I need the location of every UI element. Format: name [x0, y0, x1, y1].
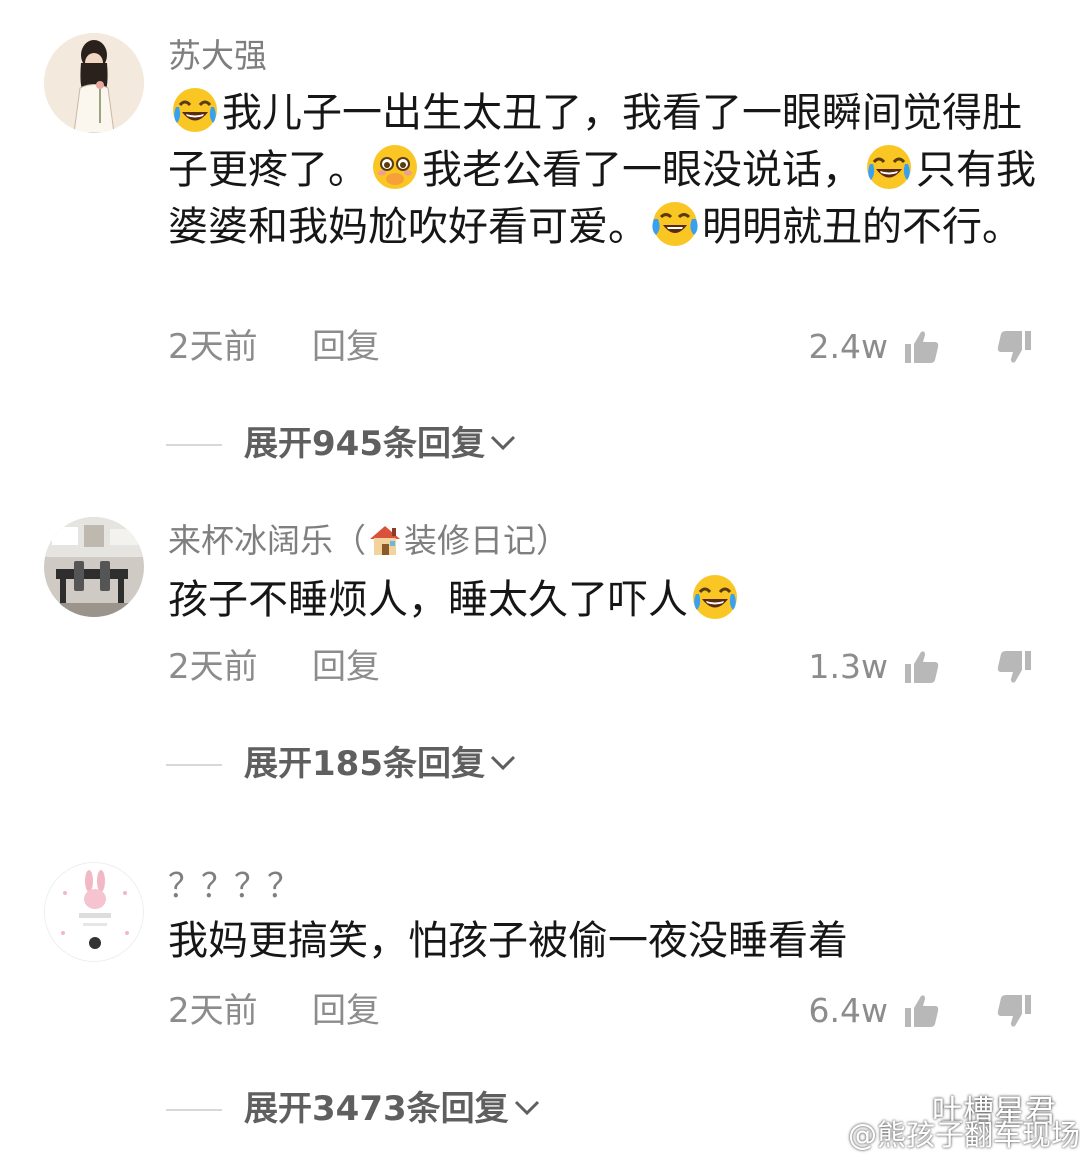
- thumbs-down-icon[interactable]: [994, 991, 1034, 1031]
- thumbs-down-icon[interactable]: [994, 647, 1034, 687]
- tears-of-joy-emoji: [650, 199, 700, 249]
- timestamp: 2天前: [168, 647, 258, 687]
- username[interactable]: ？？？？: [168, 866, 300, 906]
- thumbs-up-icon[interactable]: [902, 991, 942, 1031]
- like-count: 6.4w: [808, 991, 888, 1030]
- avatar[interactable]: [44, 33, 144, 133]
- laugh-cry-emoji: [864, 142, 914, 192]
- text-segment: 孩子不睡烦人，睡太久了吓人: [168, 577, 688, 623]
- expand-replies-label: 展开945条回复: [244, 422, 517, 466]
- comment-meta: 2天前 回复 2.4w: [168, 325, 1038, 369]
- expand-replies-label: 展开3473条回复: [244, 1087, 541, 1131]
- chevron-down-icon: [489, 433, 517, 453]
- divider-line: [166, 764, 222, 766]
- expand-replies-button[interactable]: 展开945条回复: [166, 422, 586, 466]
- expand-replies-button[interactable]: 展开185条回复: [166, 742, 586, 786]
- username[interactable]: 苏大强: [168, 36, 267, 76]
- weibo-watermark: @熊孩子翻车现场: [806, 1112, 1080, 1154]
- reply-button[interactable]: 回复: [312, 989, 380, 1033]
- text-segment: 我老公看了一眼没说话，: [422, 147, 862, 193]
- comment-meta: 2天前 回复 1.3w: [168, 645, 1038, 689]
- username[interactable]: 来杯冰阔乐（ 装修日记）: [168, 521, 569, 561]
- text-segment: 明明就丑的不行。: [702, 204, 1022, 250]
- chevron-down-icon: [489, 753, 517, 773]
- thumbs-down-icon[interactable]: [994, 327, 1034, 367]
- expand-replies-label: 展开185条回复: [244, 742, 517, 786]
- text-segment: 我妈更搞笑，怕孩子被偷一夜没睡看着: [168, 918, 848, 964]
- divider-line: [166, 444, 222, 446]
- timestamp: 2天前: [168, 991, 258, 1031]
- comment-text: 我妈更搞笑，怕孩子被偷一夜没睡看着: [168, 913, 1038, 970]
- expand-replies-button[interactable]: 展开3473条回复: [166, 1087, 606, 1131]
- reply-button[interactable]: 回复: [312, 325, 380, 369]
- weibo-icon: [806, 1125, 841, 1151]
- thumbs-up-icon[interactable]: [902, 647, 942, 687]
- chevron-down-icon: [513, 1098, 541, 1118]
- divider-line: [166, 1109, 222, 1111]
- avatar[interactable]: [44, 862, 144, 962]
- like-count: 2.4w: [808, 327, 888, 366]
- comment-text: 我儿子一出生太丑了，我看了一眼瞬间觉得肚子更疼了。 我老公看了一眼没说话， 只有我婆…: [168, 85, 1038, 256]
- reply-button[interactable]: 回复: [312, 645, 380, 689]
- laugh-cry-emoji: [690, 572, 740, 622]
- avatar[interactable]: [44, 517, 144, 617]
- laugh-cry-emoji: [170, 85, 220, 135]
- thumbs-up-icon[interactable]: [902, 327, 942, 367]
- timestamp: 2天前: [168, 327, 258, 367]
- pleading-emoji: [370, 142, 420, 192]
- like-count: 1.3w: [808, 647, 888, 686]
- house-emoji: [370, 526, 400, 555]
- comment-text: 孩子不睡烦人，睡太久了吓人: [168, 572, 1038, 629]
- comment-meta: 2天前 回复 6.4w: [168, 989, 1038, 1033]
